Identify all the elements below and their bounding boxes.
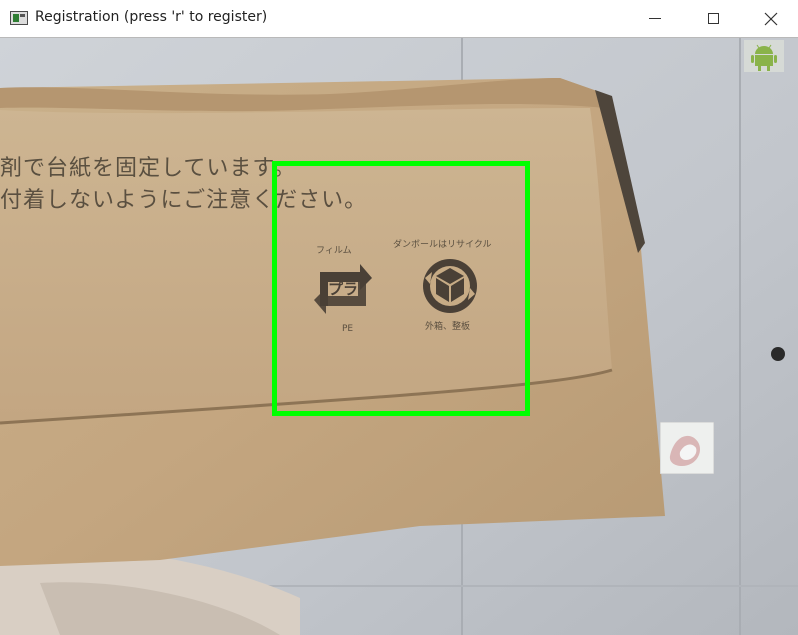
maximize-icon: [707, 13, 719, 24]
window-title: Registration (press 'r' to register): [35, 9, 268, 25]
detection-box: [272, 161, 530, 416]
box-text-line-1: 剤で台紙を固定しています。: [0, 156, 297, 181]
app-window: Registration (press 'r' to register) 剤で台…: [0, 0, 798, 635]
camera-view: 剤で台紙を固定しています。 付着しないようにご注意ください。 フィルム プラ P…: [0, 38, 798, 635]
android-icon: [744, 40, 784, 72]
wall-fixture: [771, 347, 785, 361]
close-icon: [764, 12, 778, 25]
maximize-button[interactable]: [684, 0, 742, 37]
close-button[interactable]: [742, 0, 798, 37]
minimize-button[interactable]: [626, 0, 684, 37]
title-bar: Registration (press 'r' to register): [0, 0, 798, 38]
sticker: [659, 421, 715, 475]
app-icon: [10, 11, 28, 25]
minimize-icon: [649, 18, 661, 19]
